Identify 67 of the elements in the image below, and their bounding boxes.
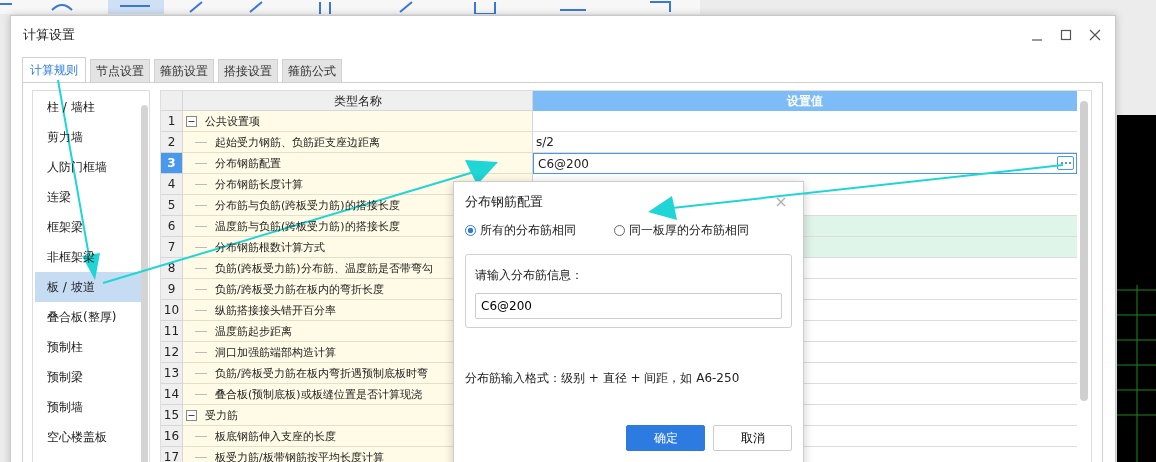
sidebar-item[interactable]: 连梁 (35, 182, 141, 212)
collapse-icon[interactable] (186, 409, 197, 421)
row-number: 10 (161, 300, 183, 321)
setting-name: 负筋(跨板受力筋)分布筋、温度筋是否带弯勾 (215, 260, 433, 276)
tab[interactable]: 搭接设置 (218, 59, 278, 82)
row-number: 5 (161, 195, 183, 216)
row-number: 9 (161, 279, 183, 300)
sidebar-item[interactable]: 非框架梁 (35, 242, 141, 272)
sidebar-item[interactable]: 空心楼盖板 (35, 422, 141, 452)
setting-value: C6@200 (538, 156, 589, 171)
dialog-title: 分布钢筋配置 (465, 193, 543, 211)
sidebar-item[interactable]: 框架梁 (35, 212, 141, 242)
row-number: 6 (161, 216, 183, 237)
maximize-icon[interactable] (1060, 29, 1072, 41)
scrollbar[interactable] (1080, 101, 1088, 401)
column-header: 设置值 (533, 91, 1077, 111)
field-label: 请输入分布筋信息： (475, 267, 584, 284)
setting-name: 纵筋搭接接头错开百分率 (215, 302, 336, 318)
setting-name: 起始受力钢筋、负筋距支座边距离 (215, 134, 380, 150)
group-label: 受力筋 (205, 407, 238, 423)
row-number: 11 (161, 321, 183, 342)
sidebar-item[interactable]: 预制梁 (35, 362, 141, 392)
setting-name: 板底钢筋伸入支座的长度 (215, 428, 336, 444)
radio-option[interactable]: 所有的分布筋相同 (465, 221, 576, 239)
close-icon[interactable] (1089, 29, 1101, 41)
tab[interactable]: 节点设置 (90, 59, 150, 82)
scrollbar[interactable] (141, 105, 148, 462)
setting-name: 分布钢筋长度计算 (215, 176, 303, 192)
sidebar-item[interactable]: 预制墙 (35, 392, 141, 422)
setting-name: 负筋/跨板受力筋在板内弯折遇预制底板时弯 (215, 365, 428, 381)
row-number: 1 (161, 111, 183, 132)
row-number: 4 (161, 174, 183, 195)
ok-button[interactable]: 确定 (626, 425, 705, 451)
input-field[interactable]: C6@200 (475, 293, 782, 319)
value-field[interactable]: C6@200 (533, 153, 1077, 174)
more-button[interactable] (1057, 156, 1074, 170)
ellipsis-icon (1059, 161, 1072, 165)
row-number: 7 (161, 237, 183, 258)
row-number: 13 (161, 363, 183, 384)
row-number: 12 (161, 342, 183, 363)
window-title: 计算设置 (23, 26, 75, 44)
row-number: 3 (161, 153, 183, 174)
group-label: 公共设置项 (205, 113, 260, 129)
row-number: 15 (161, 405, 183, 426)
setting-name: 洞口加强筋端部构造计算 (215, 344, 336, 360)
tab[interactable]: 计算规则 (22, 57, 86, 82)
setting-name: 板受力筋/板带钢筋按平均长度计算 (215, 449, 384, 462)
row-number: 17 (161, 447, 183, 462)
sidebar-item[interactable]: 板 / 坡道 (35, 272, 141, 302)
sidebar-item[interactable]: 柱 / 墙柱 (35, 92, 141, 122)
radio-option[interactable]: 同一板厚的分布筋相同 (614, 221, 749, 239)
collapse-icon[interactable] (186, 115, 197, 127)
cancel-button[interactable]: 取消 (713, 425, 792, 451)
tab[interactable]: 箍筋公式 (282, 59, 342, 82)
row-number: 16 (161, 426, 183, 447)
sidebar-item[interactable]: 叠合板(整厚) (35, 302, 141, 332)
row-number: 14 (161, 384, 183, 405)
column-header: 类型名称 (183, 91, 533, 111)
row-number: 2 (161, 132, 183, 153)
setting-value: s/2 (536, 135, 554, 149)
setting-name: 负筋/跨板受力筋在板内的弯折长度 (215, 281, 384, 297)
setting-name: 叠合板(预制底板)或板缝位置是否计算现浇 (215, 386, 422, 402)
setting-name: 温度筋起步距离 (215, 323, 292, 339)
sidebar-item[interactable]: 预制柱 (35, 332, 141, 362)
setting-name: 分布钢筋配置 (215, 155, 281, 171)
tab[interactable]: 箍筋设置 (154, 59, 214, 82)
format-hint: 分布筋输入格式：级别 + 直径 + 间距，如 A6-250 (465, 370, 741, 387)
